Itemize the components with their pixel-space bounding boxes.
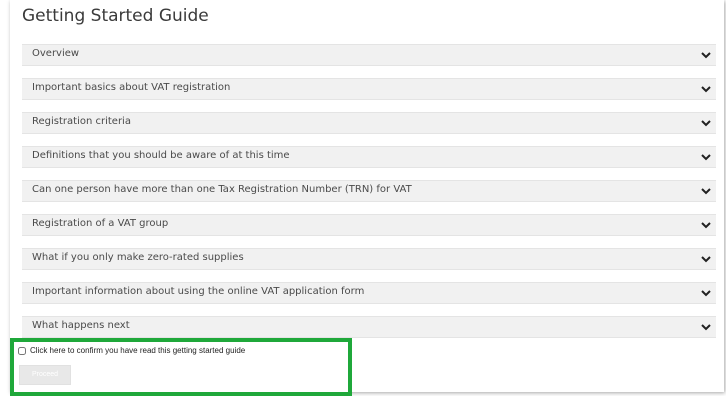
chevron-down-icon [700, 219, 712, 231]
confirm-label: Click here to confirm you have read this… [30, 346, 246, 355]
accordion-item-label: Registration criteria [32, 116, 131, 127]
accordion-item-label: Can one person have more than one Tax Re… [32, 184, 412, 195]
accordion: Overview Important basics about VAT regi… [22, 44, 716, 350]
chevron-down-icon [700, 117, 712, 129]
chevron-down-icon [700, 253, 712, 265]
accordion-item-vat-basics[interactable]: Important basics about VAT registration [22, 78, 716, 100]
accordion-item-zero-rated[interactable]: What if you only make zero-rated supplie… [22, 248, 716, 270]
accordion-item-label: Registration of a VAT group [32, 218, 169, 229]
accordion-item-label: What happens next [32, 320, 130, 331]
chevron-down-icon [700, 185, 712, 197]
chevron-down-icon [700, 49, 712, 61]
accordion-item-label: What if you only make zero-rated supplie… [32, 252, 244, 263]
accordion-item-overview[interactable]: Overview [22, 44, 716, 66]
accordion-item-registration-criteria[interactable]: Registration criteria [22, 112, 716, 134]
accordion-item-label: Definitions that you should be aware of … [32, 150, 290, 161]
accordion-item-label: Important basics about VAT registration [32, 82, 231, 93]
accordion-item-definitions[interactable]: Definitions that you should be aware of … [22, 146, 716, 168]
accordion-item-vat-group[interactable]: Registration of a VAT group [22, 214, 716, 236]
proceed-button[interactable]: Proceed [19, 365, 71, 385]
confirm-checkbox[interactable] [18, 346, 26, 355]
guide-card: Getting Started Guide Overview Important… [10, 0, 724, 396]
accordion-item-online-form-info[interactable]: Important information about using the on… [22, 282, 716, 304]
confirm-highlight-box: Click here to confirm you have read this… [10, 338, 352, 396]
accordion-item-label: Overview [32, 48, 80, 59]
chevron-down-icon [700, 287, 712, 299]
accordion-item-what-next[interactable]: What happens next [22, 316, 716, 338]
chevron-down-icon [700, 83, 712, 95]
page-title: Getting Started Guide [22, 6, 209, 26]
confirm-row[interactable]: Click here to confirm you have read this… [18, 346, 245, 355]
chevron-down-icon [700, 321, 712, 333]
accordion-item-multiple-trn[interactable]: Can one person have more than one Tax Re… [22, 180, 716, 202]
chevron-down-icon [700, 151, 712, 163]
accordion-item-label: Important information about using the on… [32, 286, 365, 297]
